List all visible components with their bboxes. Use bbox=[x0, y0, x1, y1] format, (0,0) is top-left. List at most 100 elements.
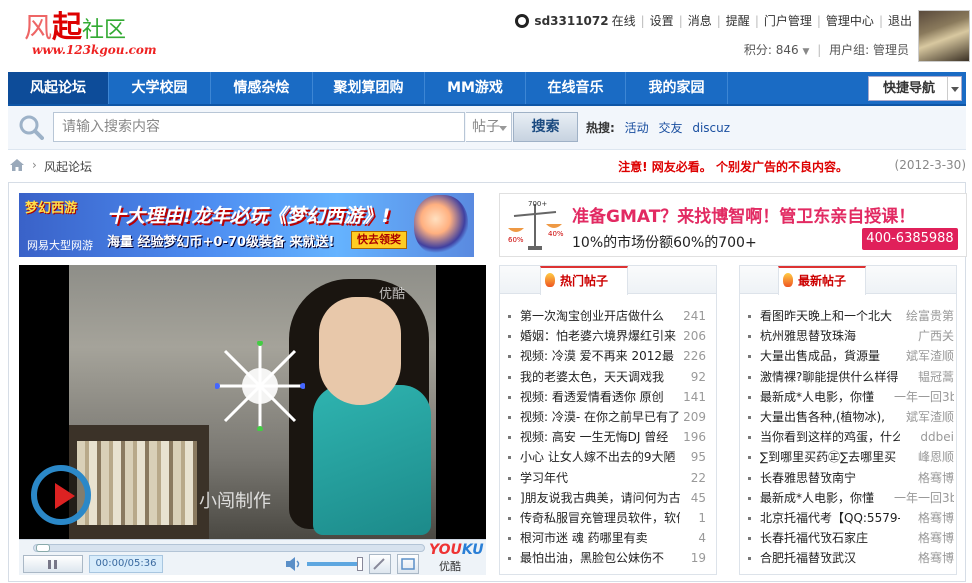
nav-item-forum[interactable]: 风起论坛 bbox=[8, 72, 109, 104]
list-item[interactable]: ∑到哪里买药㊣∑去哪里买 峰恩顺 bbox=[748, 447, 956, 467]
post-author[interactable]: 斌军渣顺 bbox=[894, 346, 954, 366]
list-item[interactable]: 学习年代 22 bbox=[508, 468, 716, 488]
post-title-link[interactable]: 最新成*人电影，你懂 bbox=[760, 488, 900, 508]
post-author[interactable]: 格骞博 bbox=[894, 508, 954, 528]
hot-link-discuz[interactable]: discuz bbox=[692, 121, 730, 135]
post-title-link[interactable]: 看图昨天晚上和一个北大 bbox=[760, 306, 900, 326]
search-input[interactable]: 请输入搜索内容 bbox=[53, 112, 465, 142]
home-icon[interactable] bbox=[10, 159, 24, 171]
post-title-link[interactable]: 杭州雅思替攷珠海 bbox=[760, 326, 900, 346]
hot-link-dating[interactable]: 交友 bbox=[658, 121, 682, 135]
progress-bar[interactable] bbox=[33, 544, 425, 552]
post-title-link[interactable]: 大量出售各种,(植物冰), bbox=[760, 407, 900, 427]
chevron-down-icon[interactable]: ▼ bbox=[803, 47, 810, 57]
nav-item-home[interactable]: 我的家园 bbox=[626, 72, 728, 104]
search-type-select[interactable]: 帖子 bbox=[466, 112, 512, 142]
admin-center-link[interactable]: 管理中心 bbox=[826, 12, 874, 29]
reminders-link[interactable]: 提醒 bbox=[726, 12, 750, 29]
list-item[interactable]: 视频: 冷漠 爱不再来 2012最 226 bbox=[508, 346, 716, 366]
post-author[interactable]: 格骞博 bbox=[894, 468, 954, 488]
post-author[interactable]: 格骞博 bbox=[894, 528, 954, 548]
list-item[interactable]: 长春托福代攷石家庄 格骞博 bbox=[748, 528, 956, 548]
post-title-link[interactable]: ]朋友说我古典美，请问何为古 bbox=[520, 488, 680, 508]
list-item[interactable]: 杭州雅思替攷珠海 广西关 bbox=[748, 326, 956, 346]
list-item[interactable]: 根河市迷 魂 药哪里有卖 4 bbox=[508, 528, 716, 548]
list-item[interactable]: 传奇私服冒充管理员软件，软件 1 bbox=[508, 508, 716, 528]
notice-text[interactable]: 注意! 网友必看。 个别发广告的不良内容。 bbox=[618, 158, 848, 175]
game-ad-banner[interactable]: 梦幻西游 网易大型网游 十大理由!龙年必玩《梦幻西游》! 海量 经验梦幻币+0-… bbox=[19, 193, 474, 257]
post-title-link[interactable]: 最新成*人电影，你懂 bbox=[760, 387, 900, 407]
list-item[interactable]: 第一次淘宝创业开店做什么 241 bbox=[508, 306, 716, 326]
list-item[interactable]: 视频: 看透爱情看透你 原创 141 bbox=[508, 387, 716, 407]
settings-link[interactable]: 设置 bbox=[650, 12, 674, 29]
post-author[interactable]: ddbei bbox=[894, 427, 954, 447]
list-item[interactable]: 视频: 冷漠- 在你之前早已有了 209 bbox=[508, 407, 716, 427]
post-title-link[interactable]: 北京托福代考【QQ:5579- bbox=[760, 508, 900, 528]
nav-item-games[interactable]: MM游戏 bbox=[425, 72, 526, 104]
post-title-link[interactable]: ∑到哪里买药㊣∑去哪里买 bbox=[760, 447, 900, 467]
post-title-link[interactable]: 激情裸?聊能提供什么样得 bbox=[760, 367, 900, 387]
portal-admin-link[interactable]: 门户管理 bbox=[764, 12, 812, 29]
list-item[interactable]: 小心 让女人嫁不出去的9大陋 95 bbox=[508, 447, 716, 467]
messages-link[interactable]: 消息 bbox=[688, 12, 712, 29]
list-item[interactable]: 大量出售成品，貨源量 斌军渣顺 bbox=[748, 346, 956, 366]
avatar[interactable] bbox=[918, 10, 970, 62]
logout-link[interactable]: 退出 bbox=[888, 12, 912, 29]
post-title-link[interactable]: 视频: 冷漠 爱不再来 2012最 bbox=[520, 346, 680, 366]
site-logo[interactable]: 风起社区 www.123kgou.com bbox=[24, 2, 164, 62]
post-title-link[interactable]: 最怕出油，黑脸包公妹伤不 bbox=[520, 548, 680, 568]
nav-item-music[interactable]: 在线音乐 bbox=[526, 72, 626, 104]
list-item[interactable]: 激情裸?聊能提供什么样得 韫冠蒿 bbox=[748, 367, 956, 387]
post-title-link[interactable]: 传奇私服冒充管理员软件，软件 bbox=[520, 508, 680, 528]
list-item[interactable]: 视频: 高安 一生无悔DJ 曾经 196 bbox=[508, 427, 716, 447]
nav-item-groupbuy[interactable]: 聚划算团购 bbox=[313, 72, 425, 104]
post-author[interactable]: 格骞博 bbox=[894, 548, 954, 568]
list-item[interactable]: 看图昨天晚上和一个北大 绘富贵第 bbox=[748, 306, 956, 326]
list-item[interactable]: 最怕出油，黑脸包公妹伤不 19 bbox=[508, 548, 716, 568]
volume-icon[interactable] bbox=[285, 557, 303, 571]
list-item[interactable]: 最新成*人电影，你懂 一年一回3b bbox=[748, 387, 956, 407]
breadcrumb-current[interactable]: 风起论坛 bbox=[44, 158, 92, 175]
post-author[interactable]: 广西关 bbox=[894, 326, 954, 346]
post-title-link[interactable]: 小心 让女人嫁不出去的9大陋 bbox=[520, 447, 680, 467]
list-item[interactable]: 长春雅思替攷南宁 格骞博 bbox=[748, 468, 956, 488]
post-author[interactable]: 斌军渣顺 bbox=[894, 407, 954, 427]
post-author[interactable]: 绘富贵第 bbox=[894, 306, 954, 326]
post-title-link[interactable]: 婚姻：怕老婆六境界爆红引来 bbox=[520, 326, 680, 346]
gmat-ad-banner[interactable]: 700+ 60% 40% 准备GMAT？来找博智啊！管卫东亲自授课！ 10%的市… bbox=[499, 193, 967, 257]
post-title-link[interactable]: 长春托福代攷石家庄 bbox=[760, 528, 900, 548]
nav-item-emotion[interactable]: 情感杂烩 bbox=[211, 72, 313, 104]
list-item[interactable]: 当你看到这样的鸡蛋，什么 ddbei bbox=[748, 427, 956, 447]
list-item[interactable]: 北京托福代考【QQ:5579- 格骞博 bbox=[748, 508, 956, 528]
post-title-link[interactable]: 根河市迷 魂 药哪里有卖 bbox=[520, 528, 680, 548]
post-title-link[interactable]: 大量出售成品，貨源量 bbox=[760, 346, 900, 366]
post-author[interactable]: 一年一回3b bbox=[894, 387, 954, 407]
post-title-link[interactable]: 视频: 冷漠- 在你之前早已有了 bbox=[520, 407, 680, 427]
quick-nav-button[interactable]: 快捷导航 bbox=[868, 76, 962, 101]
settings-button[interactable] bbox=[369, 554, 391, 574]
video-player[interactable]: 优酷 小闯制作 bbox=[19, 265, 486, 539]
pause-button[interactable] bbox=[23, 555, 83, 573]
post-title-link[interactable]: 视频: 高安 一生无悔DJ 曾经 bbox=[520, 427, 680, 447]
nav-item-campus[interactable]: 大学校园 bbox=[109, 72, 211, 104]
post-title-link[interactable]: 第一次淘宝创业开店做什么 bbox=[520, 306, 680, 326]
fullscreen-button[interactable] bbox=[397, 554, 419, 574]
list-item[interactable]: 我的老婆太色，天天调戏我 92 bbox=[508, 367, 716, 387]
list-item[interactable]: 最新成*人电影，你懂 一年一回3b bbox=[748, 488, 956, 508]
youku-logo[interactable]: YOUKU 优酷 bbox=[429, 542, 484, 574]
list-item[interactable]: ]朋友说我古典美，请问何为古 45 bbox=[508, 488, 716, 508]
post-title-link[interactable]: 长春雅思替攷南宁 bbox=[760, 468, 900, 488]
tab-hot-posts[interactable]: 热门帖子 bbox=[540, 266, 628, 295]
post-author[interactable]: 峰恩顺 bbox=[894, 447, 954, 467]
game-ad-button[interactable]: 快去领奖 bbox=[351, 231, 407, 249]
play-icon[interactable] bbox=[31, 465, 91, 525]
volume-knob[interactable] bbox=[357, 557, 363, 571]
hot-link-activity[interactable]: 活动 bbox=[625, 121, 649, 135]
progress-knob[interactable] bbox=[36, 544, 50, 552]
post-title-link[interactable]: 合肥托福替攷武汉 bbox=[760, 548, 900, 568]
post-title-link[interactable]: 视频: 看透爱情看透你 原创 bbox=[520, 387, 680, 407]
post-author[interactable]: 韫冠蒿 bbox=[894, 367, 954, 387]
list-item[interactable]: 大量出售各种,(植物冰), 斌军渣顺 bbox=[748, 407, 956, 427]
search-button[interactable]: 搜索 bbox=[513, 112, 578, 142]
post-author[interactable]: 一年一回3b bbox=[894, 488, 954, 508]
